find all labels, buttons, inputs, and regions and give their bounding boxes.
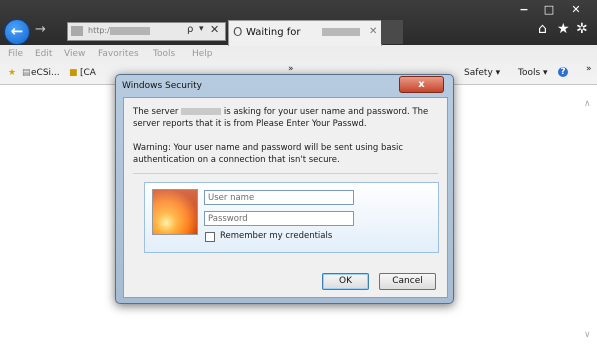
favorites-icon[interactable]: ★ — [557, 21, 570, 37]
server-message: The server is asking for your user name … — [133, 106, 438, 130]
user-tile-image — [152, 189, 198, 235]
address-text: http:// — [88, 26, 113, 35]
menu-tools[interactable]: Tools — [153, 49, 175, 59]
browser-chrome: − □ ✕ ← → http:// ρ ▾ ✕ O Waiting for ✕ … — [0, 0, 597, 85]
help-icon[interactable]: ? — [558, 67, 568, 77]
vertical-scrollbar[interactable]: ∧ ∨ — [580, 85, 597, 350]
minimize-button[interactable]: − — [513, 2, 535, 18]
scroll-down-icon[interactable]: ∨ — [584, 330, 591, 340]
menu-favorites[interactable]: Favorites — [98, 49, 139, 59]
folder-icon: ■ — [69, 68, 78, 78]
new-tab-button[interactable] — [381, 20, 403, 44]
maximize-button[interactable]: □ — [538, 2, 560, 18]
username-field[interactable]: User name — [204, 190, 354, 205]
tab-active[interactable]: O Waiting for ✕ — [228, 20, 382, 46]
feed-icon[interactable]: ▤ — [22, 68, 31, 78]
back-button[interactable]: ← — [4, 19, 30, 45]
dialog-body: The server is asking for your user name … — [123, 97, 448, 298]
menu-edit[interactable]: Edit — [35, 49, 52, 59]
favorite-ecsi[interactable]: eCSi... — [31, 68, 60, 78]
menu-help[interactable]: Help — [192, 49, 213, 59]
favorites-overflow[interactable]: » — [288, 64, 294, 74]
favorites-star-icon[interactable]: ★ — [8, 68, 16, 78]
tab-label: Waiting for — [246, 27, 301, 38]
menu-bar: File Edit View Favorites Tools Help — [0, 46, 597, 62]
divider — [133, 173, 438, 174]
loading-icon: O — [233, 25, 243, 39]
server-name-redacted — [181, 108, 222, 115]
window-close-button[interactable]: ✕ — [565, 2, 587, 18]
tools-menu[interactable]: Tools ▾ — [518, 68, 548, 78]
windows-security-dialog: Windows Security x The server is asking … — [115, 74, 454, 304]
search-icon[interactable]: ρ — [187, 24, 193, 35]
dialog-title: Windows Security — [122, 81, 202, 91]
favorite-ca[interactable]: [CA — [80, 68, 96, 78]
command-overflow[interactable]: » — [586, 64, 592, 74]
scroll-up-icon[interactable]: ∧ — [584, 99, 591, 109]
remember-checkbox[interactable] — [205, 232, 215, 242]
address-redacted — [110, 27, 150, 35]
cancel-button[interactable]: Cancel — [379, 273, 436, 290]
menu-file[interactable]: File — [8, 49, 23, 59]
tab-redacted — [322, 28, 360, 36]
tab-close-icon[interactable]: ✕ — [369, 26, 377, 37]
credential-panel: User name Password Remember my credentia… — [144, 182, 439, 253]
menu-view[interactable]: View — [64, 49, 85, 59]
address-bar[interactable]: http:// ρ ▾ ✕ — [67, 22, 226, 41]
server-message-end: is asking for your user name and passwor… — [133, 107, 429, 129]
settings-icon[interactable]: ✲ — [576, 21, 588, 37]
title-bar: − □ ✕ ← → http:// ρ ▾ ✕ O Waiting for ✕ … — [0, 0, 597, 46]
safety-menu[interactable]: Safety ▾ — [464, 68, 500, 78]
forward-button[interactable]: → — [35, 22, 46, 37]
home-icon[interactable]: ⌂ — [538, 21, 547, 37]
ok-button[interactable]: OK — [322, 273, 369, 290]
dialog-close-button[interactable]: x — [399, 76, 444, 93]
warning-message: Warning: Your user name and password wil… — [133, 143, 404, 165]
address-dropdown-icon[interactable]: ▾ — [199, 24, 204, 34]
remember-label[interactable]: Remember my credentials — [220, 231, 332, 241]
stop-icon[interactable]: ✕ — [210, 23, 219, 36]
server-message-start: The server — [133, 107, 179, 117]
password-field[interactable]: Password — [204, 211, 354, 226]
page-favicon-icon — [71, 26, 83, 36]
